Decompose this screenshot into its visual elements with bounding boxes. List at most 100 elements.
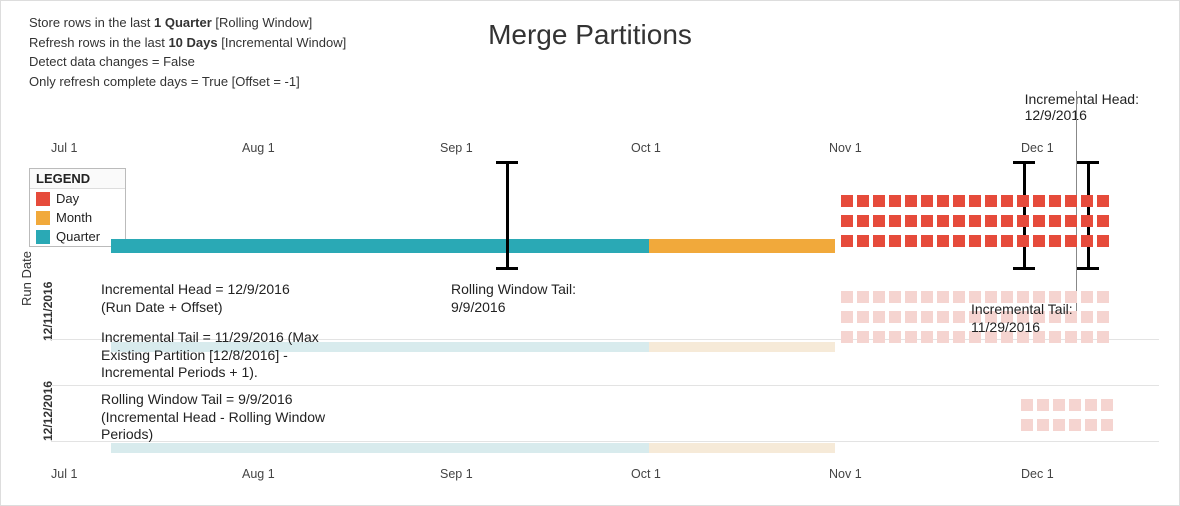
day-square [937,215,949,227]
x-tick-top: Oct 1 [631,141,661,155]
x-tick-top: Nov 1 [829,141,862,155]
plot-area: Jul 1 Aug 1 Sep 1 Oct 1 Nov 1 Dec 1 Jul … [51,141,1159,481]
day-square [905,195,917,207]
day-square [1001,195,1013,207]
x-tick-top: Sep 1 [440,141,473,155]
day-square [1037,399,1049,411]
day-square [841,215,853,227]
day-square [1017,195,1029,207]
x-tick-bottom: Nov 1 [829,467,862,481]
day-square [1033,195,1045,207]
day-square [937,331,949,343]
day-square [1097,291,1109,303]
incremental-tail-label: Incremental Tail: 11/29/2016 [971,301,1073,336]
day-square [1065,215,1077,227]
day-square [985,215,997,227]
day-square [937,235,949,247]
x-tick-bottom: Dec 1 [1021,467,1054,481]
day-square [1097,195,1109,207]
day-square [1081,331,1093,343]
day-square [921,235,933,247]
day-square [873,215,885,227]
day-square [873,235,885,247]
day-square [1069,419,1081,431]
config-line-4: Only refresh complete days = True [Offse… [29,72,346,92]
day-square [1085,419,1097,431]
day-square [953,235,965,247]
quarter-bar [111,239,649,253]
rolling-tail-marker [506,163,509,268]
day-square [873,331,885,343]
legend-swatch-quarter [36,230,50,244]
annotation-inc-tail: Incremental Tail = 11/29/2016 (Max Exist… [101,329,381,382]
day-square [841,331,853,343]
day-square [857,195,869,207]
day-square [889,195,901,207]
day-square [1097,331,1109,343]
config-line-3: Detect data changes = False [29,52,346,72]
day-square [1049,195,1061,207]
day-square [937,311,949,323]
day-square [1001,235,1013,247]
day-square [1101,399,1113,411]
config-block: Store rows in the last 1 Quarter [Rollin… [29,13,346,91]
day-square [1081,291,1093,303]
day-square [905,331,917,343]
day-square [841,195,853,207]
x-tick-top: Dec 1 [1021,141,1054,155]
day-square [1053,399,1065,411]
month-bar-faded [649,443,835,453]
day-square [1097,235,1109,247]
day-square [921,291,933,303]
day-square [905,291,917,303]
day-square [1069,399,1081,411]
day-square [1049,235,1061,247]
day-square [921,195,933,207]
day-square [1021,419,1033,431]
annotation-roll-tail: Rolling Window Tail = 9/9/2016 (Incremen… [101,391,381,444]
day-square [985,235,997,247]
day-square [857,291,869,303]
day-square [1033,215,1045,227]
y-axis-label: Run Date [19,251,34,306]
config-line-2: Refresh rows in the last 10 Days [Increm… [29,33,346,53]
day-square [1081,195,1093,207]
day-square [889,235,901,247]
day-square [857,331,869,343]
day-square [953,331,965,343]
day-square [921,331,933,343]
rule [51,385,1159,386]
day-square [1001,215,1013,227]
day-square [873,291,885,303]
x-tick-top: Aug 1 [242,141,275,155]
day-square [1053,419,1065,431]
day-square [905,311,917,323]
day-square [841,291,853,303]
day-square [969,215,981,227]
day-square [857,215,869,227]
rolling-tail-label: Rolling Window Tail: 9/9/2016 [451,281,576,316]
day-square [1037,419,1049,431]
day-square [857,235,869,247]
day-square [953,215,965,227]
day-square [953,195,965,207]
diagram-container: Merge Partitions Store rows in the last … [0,0,1180,506]
annotation-inc-head: Incremental Head = 12/9/2016 (Run Date +… [101,281,381,316]
day-square [873,195,885,207]
day-square [889,331,901,343]
day-square [1065,235,1077,247]
day-square [905,235,917,247]
run-date-1: 12/11/2016 [41,282,55,341]
day-square [905,215,917,227]
day-square [937,291,949,303]
x-tick-top: Jul 1 [51,141,77,155]
day-square [985,195,997,207]
legend-title: LEGEND [30,169,125,189]
legend-item-month: Month [30,208,125,227]
day-square [889,291,901,303]
incremental-head-annotation: Incremental Head: 12/9/2016 [1025,91,1139,123]
day-square [857,311,869,323]
run-date-2: 12/12/2016 [41,381,55,441]
day-square [1017,235,1029,247]
x-tick-bottom: Aug 1 [242,467,275,481]
